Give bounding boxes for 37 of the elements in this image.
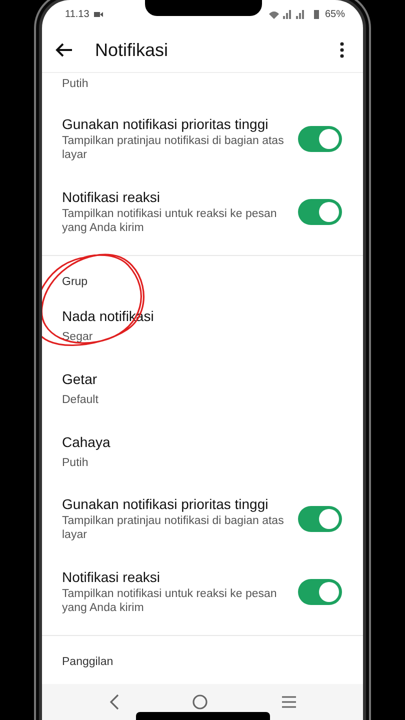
item-title: Gunakan notifikasi prioritas tinggi — [62, 116, 270, 132]
item-title: Notifikasi reaksi — [62, 189, 162, 205]
item-description: Tampilkan notifikasi untuk reaksi ke pesan yang Anda kirim — [62, 587, 278, 615]
item-value: Default — [62, 392, 100, 406]
settings-item[interactable]: Putih — [42, 73, 363, 103]
battery-level: 65% — [324, 8, 345, 20]
video-camera-icon — [94, 10, 104, 18]
toggle-switch[interactable] — [298, 579, 342, 605]
more-options-icon[interactable] — [340, 42, 344, 58]
item-description: Tampilkan pratinjau notifikasi di bagian atas layar — [62, 514, 285, 542]
item-title: Notifikasi reaksi — [62, 569, 162, 585]
settings-item[interactable]: Notifikasi reaksi Tampilkan notifikasi untuk reaksi ke pesan yang Anda kirim — [42, 176, 363, 249]
item-description: Tampilkan notifikasi untuk reaksi ke pesan yang Anda kirim — [62, 207, 278, 235]
back-arrow-icon[interactable] — [55, 42, 73, 58]
home-nav-icon[interactable] — [192, 694, 208, 710]
back-nav-icon[interactable] — [108, 694, 120, 710]
settings-item[interactable]: Cahaya Putih — [42, 420, 363, 483]
status-time: 11.13 — [65, 8, 90, 20]
settings-item[interactable]: Getar Default — [42, 357, 363, 420]
item-value: Segar — [62, 330, 94, 344]
item-description: Tampilkan pratinjau notifikasi di bagian atas layar — [62, 134, 285, 162]
settings-item[interactable]: Gunakan notifikasi prioritas tinggi Tampilkan pratinjau notifikasi di bagian atas layar — [42, 483, 363, 556]
item-value: Putih — [62, 77, 90, 91]
item-title: Getar — [62, 370, 98, 386]
battery-icon — [314, 9, 319, 19]
toggle-switch[interactable] — [298, 199, 342, 225]
section-header: Grup — [61, 275, 89, 290]
menu-nav-icon[interactable] — [280, 696, 297, 708]
toggle-switch[interactable] — [298, 506, 342, 532]
section-header: Panggilan — [61, 655, 114, 670]
item-title: Cahaya — [62, 434, 112, 450]
toggle-switch[interactable] — [298, 126, 342, 152]
screen-title: Notifikasi — [95, 40, 168, 60]
settings-item[interactable]: Notifikasi reaksi Tampilkan notifikasi untuk reaksi ke pesan yang Anda kirim — [42, 556, 363, 629]
item-title: Gunakan notifikasi prioritas tinggi — [62, 496, 270, 512]
item-value: Putih — [62, 456, 90, 470]
settings-item[interactable]: Gunakan notifikasi prioritas tinggi Tampilkan pratinjau notifikasi di bagian atas layar — [42, 103, 363, 176]
